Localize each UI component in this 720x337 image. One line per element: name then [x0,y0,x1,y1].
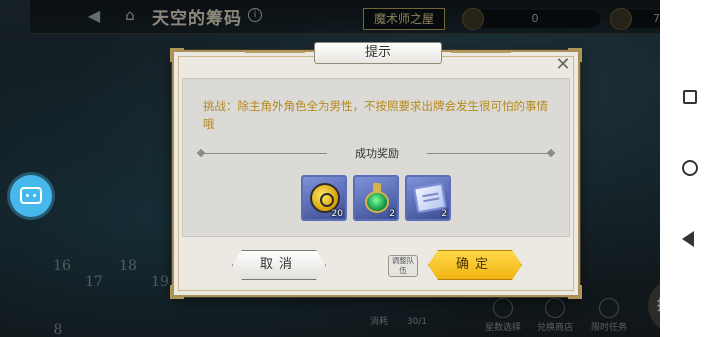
reward-count: 2 [389,209,395,219]
back-triangle-icon[interactable] [682,231,694,247]
reward-count: 20 [331,209,343,219]
reward-list: 20 2 2 [301,175,461,223]
confirm-button[interactable]: 确定 [428,250,522,280]
reward-count: 2 [441,209,447,219]
reward-item-coin[interactable]: 20 [301,175,347,221]
hint-dialog: 提示 ✕ 挑战：除主角外角色全为男性，不按照要求出牌会发生很可怕的事情哦 成功奖… [170,42,582,299]
green-potion-icon [363,183,391,213]
challenge-text: 挑战：除主角外角色全为男性，不按照要求出牌会发生很可怕的事情哦 [203,99,548,131]
corner-ornament [170,48,184,62]
close-icon[interactable]: ✕ [552,54,574,76]
reward-title: 成功奖励 [327,146,427,162]
floating-assistant-button[interactable] [10,175,52,217]
dialog-title: 提示 [245,42,511,64]
system-nav-bar [660,0,720,337]
adjust-team-button[interactable]: 调整队伍 [388,255,418,277]
dialog-content: 挑战：除主角外角色全为男性，不按照要求出牌会发生很可怕的事情哦 成功奖励 20 … [182,78,570,237]
corner-ornament [568,285,582,299]
home-circle-icon[interactable] [682,160,698,176]
cancel-button[interactable]: 取消 [232,250,326,280]
reward-item-scroll[interactable]: 2 [405,175,451,221]
recent-apps-icon[interactable] [683,90,697,104]
reward-item-potion[interactable]: 2 [353,175,399,221]
tv-face-icon [20,187,42,204]
corner-ornament [170,285,184,299]
